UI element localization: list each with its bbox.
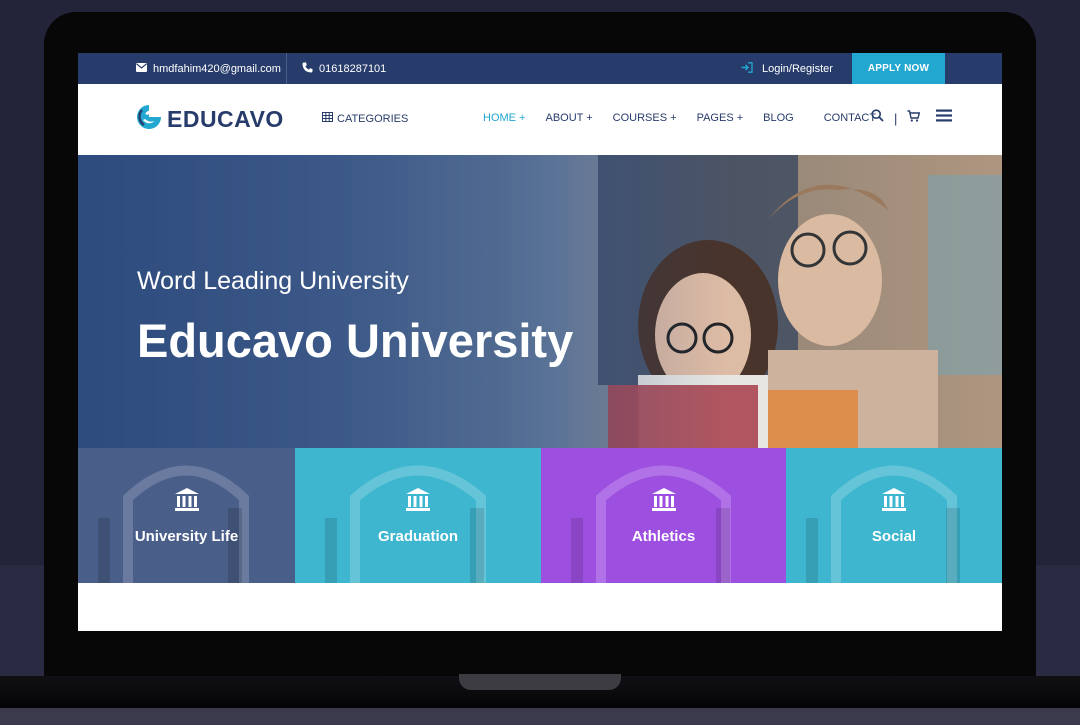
hamburger-icon[interactable] [936,109,953,127]
laptop-notch [459,674,621,690]
hero-banner: Word Leading University Educavo Universi… [78,155,1002,448]
tools-divider: | [894,110,898,126]
mail-icon [136,62,147,75]
header-tools: | [871,109,953,127]
grid-icon [322,112,333,125]
top-bar: hmdfahim420@gmail.com 01618287101 Login/… [78,53,1002,84]
categories-menu[interactable]: CATEGORIES [322,112,408,125]
hero-title: Educavo University [137,314,574,367]
phone-icon [302,62,313,76]
login-icon [741,61,753,76]
hero-subtitle: Word Leading University [137,267,409,295]
institution-icon [174,487,200,518]
categories-label: CATEGORIES [337,112,409,125]
tile-university-life[interactable]: University Life [78,448,295,583]
website-screen: hmdfahim420@gmail.com 01618287101 Login/… [78,53,1002,631]
phone-text: 01618287101 [319,62,387,75]
nav-pages[interactable]: PAGES + [697,112,744,124]
cart-icon[interactable] [907,109,921,127]
hero-overlay [78,155,1002,448]
nav-about[interactable]: ABOUT + [545,112,592,124]
tile-label: University Life [134,527,239,545]
apply-now-button[interactable]: APPLY NOW [852,53,945,84]
nav-courses[interactable]: COURSES + [613,112,677,124]
email-text: hmdfahim420@gmail.com [153,62,281,75]
logo-text: EDUCAVO [167,106,284,132]
main-navigation: HOME + ABOUT + COURSES + PAGES + BLOG CO… [483,112,876,124]
phone-link[interactable]: 01618287101 [302,53,386,84]
login-link[interactable]: Login/Register [741,53,833,84]
search-icon[interactable] [871,109,884,127]
tile-label: Social [871,527,917,545]
tile-label: Athletics [631,527,696,545]
category-tiles: University Life Graduation Athletics Soc… [78,448,1002,583]
email-link[interactable]: hmdfahim420@gmail.com [136,53,281,84]
logo-icon [136,104,162,135]
laptop-base-shadow [0,708,1080,725]
tile-social[interactable]: Social [786,448,1002,583]
site-logo[interactable]: EDUCAVO [136,104,284,135]
institution-icon [881,487,907,518]
main-header: EDUCAVO CATEGORIES HOME + ABOUT + COURSE… [78,84,1002,155]
nav-home[interactable]: HOME + [483,112,525,124]
nav-blog[interactable]: BLOG [763,112,794,124]
login-text: Login/Register [762,62,833,75]
nav-contact[interactable]: CONTACT [824,112,876,124]
tile-athletics[interactable]: Athletics [541,448,786,583]
institution-icon [405,487,431,518]
tile-graduation[interactable]: Graduation [295,448,541,583]
topbar-divider [286,53,287,84]
institution-icon [651,487,677,518]
tile-label: Graduation [377,527,458,545]
